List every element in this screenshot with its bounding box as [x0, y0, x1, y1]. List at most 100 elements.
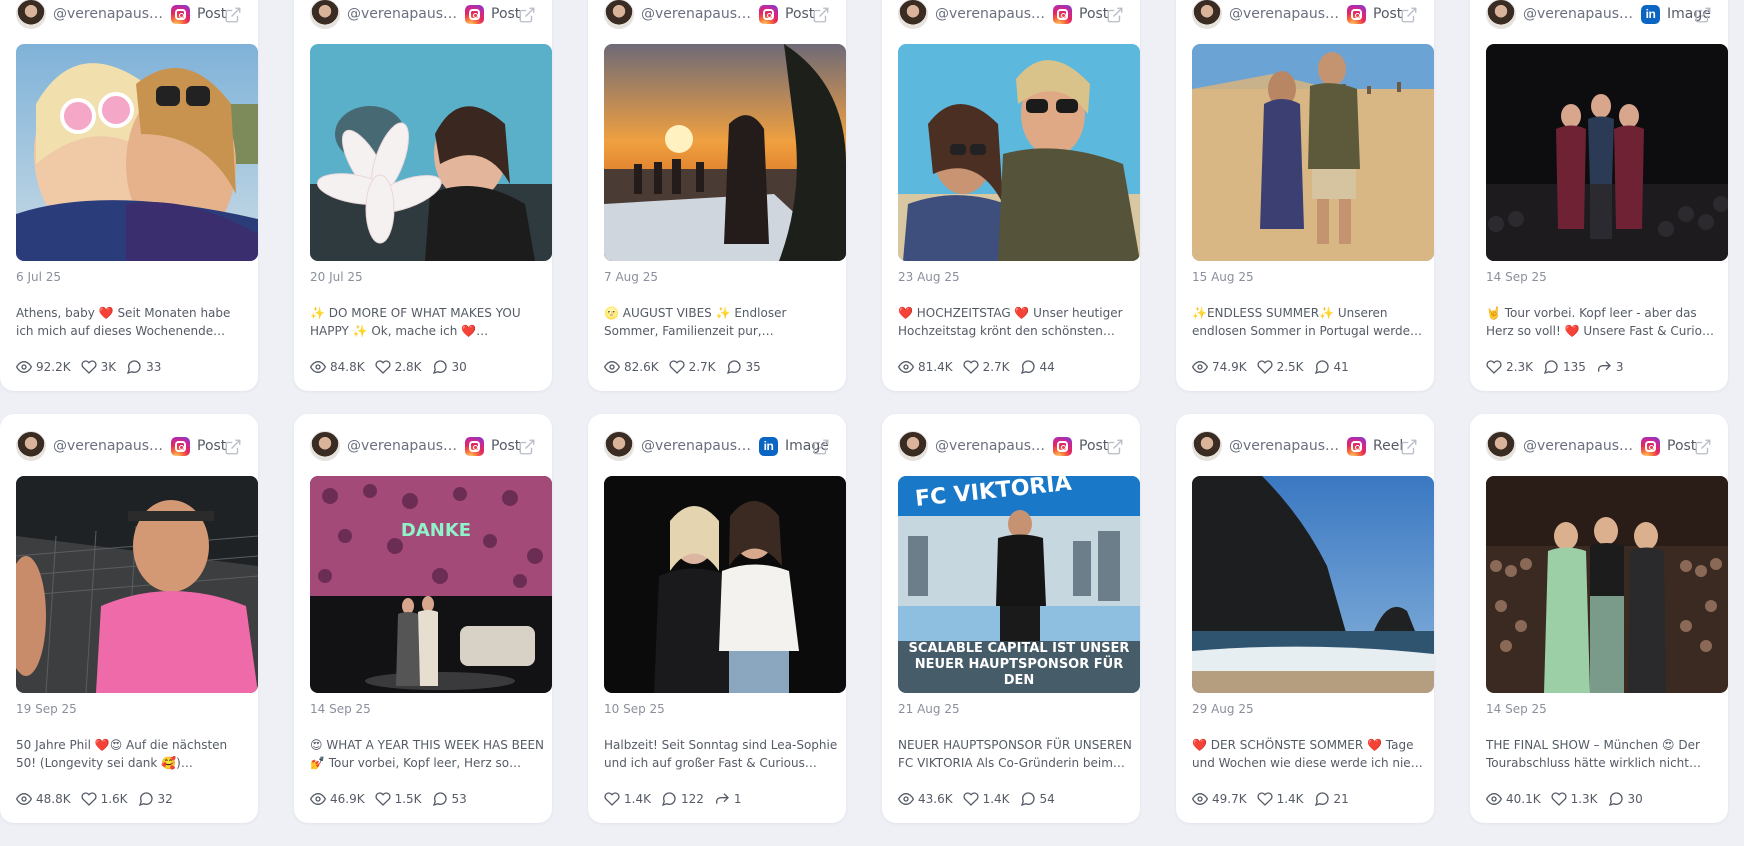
comment-icon — [1020, 791, 1040, 807]
stat-value: 43.6K — [918, 792, 953, 806]
platform-badge: Post — [759, 4, 814, 24]
stat-share: 1 — [714, 791, 742, 807]
external-link-icon[interactable] — [224, 6, 242, 24]
post-thumbnail[interactable] — [604, 476, 846, 693]
comment-icon — [432, 359, 452, 375]
post-card[interactable]: @verenapausder Post 20 Jul 25 ✨ DO MORE … — [294, 0, 552, 391]
account-handle[interactable]: @verenapaus… — [641, 438, 753, 454]
post-thumbnail[interactable] — [1486, 44, 1728, 261]
external-link-icon[interactable] — [518, 6, 536, 24]
account-handle[interactable]: @verenapausder — [1523, 438, 1635, 454]
post-card[interactable]: @verenapausder Post 14 Sep 25 THE FINAL … — [1470, 414, 1728, 823]
stat-value: 1.6K — [100, 792, 128, 806]
stat-comment: 33 — [126, 359, 161, 375]
post-card[interactable]: @verenapaus… in Image 10 Sep 25 Halbzeit… — [588, 414, 846, 823]
external-link-icon[interactable] — [224, 438, 242, 456]
post-caption: 🌝 AUGUST VIBES ✨ Endloser Sommer, Famili… — [604, 306, 787, 338]
external-link-icon[interactable] — [812, 6, 830, 24]
post-card[interactable]: @verenapausder Reel 29 Aug 25 ❤️ DER SCH… — [1176, 414, 1434, 823]
account-handle[interactable]: @verenapausder — [935, 438, 1047, 454]
account-handle[interactable]: @verenapaus… — [1523, 6, 1635, 22]
platform-badge: Post — [1641, 436, 1696, 456]
instagram-icon — [759, 4, 778, 24]
account-handle[interactable]: @verenapausder — [347, 6, 459, 22]
post-date: 6 Jul 25 — [16, 270, 62, 284]
account-handle[interactable]: @verenapausder — [347, 438, 459, 454]
avatar[interactable] — [898, 431, 928, 461]
account-handle[interactable]: @verenapausder — [53, 438, 165, 454]
eye-icon — [16, 359, 36, 375]
comment-icon — [138, 791, 158, 807]
post-card[interactable]: @verenapausder Post 19 Sep 25 50 Jahre P… — [0, 414, 258, 823]
external-link-icon[interactable] — [1694, 6, 1712, 24]
avatar[interactable] — [1486, 431, 1516, 461]
post-card[interactable]: @verenapaus… in Image 14 Sep 25 🤘 Tour v… — [1470, 0, 1728, 391]
stat-eye: 49.7K — [1192, 791, 1247, 807]
eye-icon — [1486, 791, 1506, 807]
external-link-icon[interactable] — [1694, 438, 1712, 456]
avatar[interactable] — [898, 0, 928, 29]
stat-heart: 1.6K — [80, 791, 128, 807]
stat-heart: 2.7K — [668, 359, 716, 375]
stat-value: 135 — [1562, 360, 1586, 374]
post-thumbnail[interactable] — [604, 44, 846, 261]
post-thumbnail[interactable]: FC VIKTORIA SCALABLE CAPITAL IST UNSER N… — [898, 476, 1140, 693]
avatar[interactable] — [604, 431, 634, 461]
external-link-icon[interactable] — [518, 438, 536, 456]
avatar[interactable] — [1192, 431, 1222, 461]
heart-icon — [374, 791, 395, 807]
stat-value: 74.9K — [1212, 360, 1247, 374]
account-handle[interactable]: @verenapausder — [1229, 6, 1341, 22]
post-card[interactable]: @verenapausder Post 7 Aug 25 🌝 AUGUST VI… — [588, 0, 846, 391]
comment-icon — [726, 359, 746, 375]
post-type-label: Post — [491, 438, 521, 454]
external-link-icon[interactable] — [1400, 438, 1418, 456]
post-thumbnail[interactable] — [310, 44, 552, 261]
account-handle[interactable]: @verenapausder — [53, 6, 165, 22]
post-thumbnail[interactable] — [1486, 476, 1728, 693]
comment-icon — [1020, 359, 1040, 375]
post-type-label: Reel — [1373, 438, 1404, 454]
post-date: 14 Sep 25 — [310, 702, 371, 716]
heart-icon — [1550, 791, 1571, 807]
external-link-icon[interactable] — [1106, 438, 1124, 456]
post-thumbnail[interactable] — [16, 44, 258, 261]
comment-icon — [1314, 791, 1334, 807]
heart-icon — [962, 791, 983, 807]
account-handle[interactable]: @verenapausder — [935, 6, 1047, 22]
avatar[interactable] — [16, 431, 46, 461]
avatar[interactable] — [1192, 0, 1222, 29]
stat-value: 40.1K — [1506, 792, 1541, 806]
avatar[interactable] — [310, 431, 340, 461]
post-card[interactable]: @verenapausder Post FC VIKTORIA SCALABLE… — [882, 414, 1140, 823]
avatar[interactable] — [1486, 0, 1516, 29]
external-link-icon[interactable] — [1106, 6, 1124, 24]
external-link-icon[interactable] — [812, 438, 830, 456]
stat-value: 2.7K — [688, 360, 716, 374]
avatar[interactable] — [310, 0, 340, 29]
stat-value: 92.2K — [36, 360, 71, 374]
post-thumbnail[interactable] — [1192, 44, 1434, 261]
post-card[interactable]: @verenapausder Post 6 Jul 25 Athens, bab… — [0, 0, 258, 391]
post-thumbnail[interactable] — [16, 476, 258, 693]
instagram-icon — [465, 436, 484, 456]
post-stats: 81.4K 2.7K 44 — [898, 359, 1065, 375]
heart-icon — [80, 359, 101, 375]
post-thumbnail[interactable] — [1192, 476, 1434, 693]
post-card[interactable]: @verenapausder Post 15 Aug 25 ✨ENDLESS S… — [1176, 0, 1434, 391]
stat-value: 44 — [1039, 360, 1055, 374]
post-thumbnail[interactable]: DANKE — [310, 476, 552, 693]
post-card[interactable]: @verenapausder Post DANKE 14 Sep 25 😍 WH… — [294, 414, 552, 823]
stat-comment: 122 — [661, 791, 704, 807]
post-thumbnail[interactable] — [898, 44, 1140, 261]
stat-eye: 48.8K — [16, 791, 71, 807]
post-card[interactable]: @verenapausder Post 23 Aug 25 ❤️ HOCHZEI… — [882, 0, 1140, 391]
account-handle[interactable]: @verenapausder — [1229, 438, 1341, 454]
stat-eye: 40.1K — [1486, 791, 1541, 807]
account-handle[interactable]: @verenapausder — [641, 6, 753, 22]
stat-share: 3 — [1596, 359, 1624, 375]
external-link-icon[interactable] — [1400, 6, 1418, 24]
post-header: @verenapausder Post — [898, 429, 1140, 463]
avatar[interactable] — [16, 0, 46, 29]
avatar[interactable] — [604, 0, 634, 29]
